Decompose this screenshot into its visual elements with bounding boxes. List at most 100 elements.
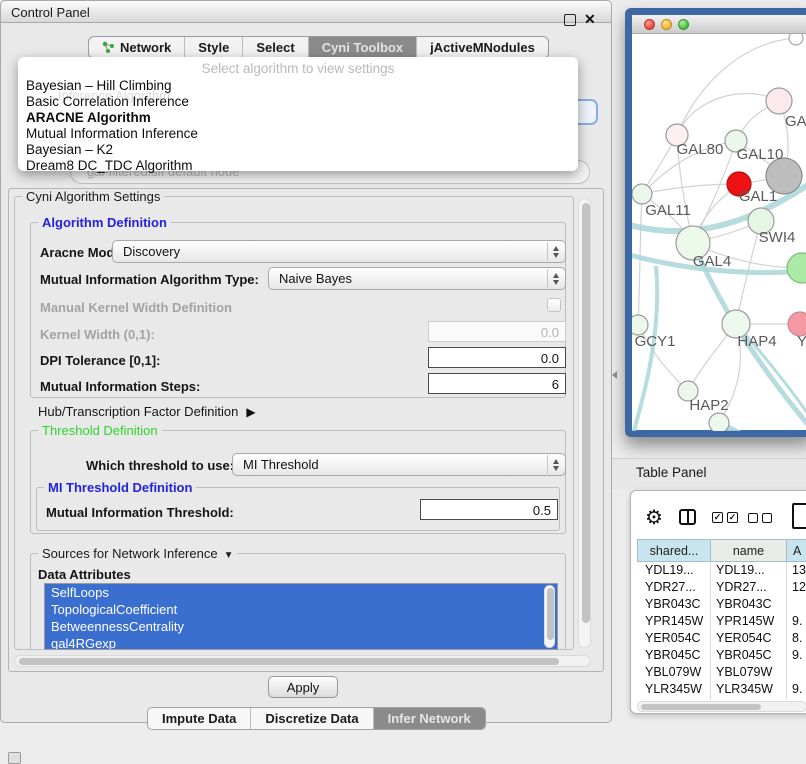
column-header-shared[interactable]: shared... <box>637 539 711 562</box>
algorithm-definition-title: Algorithm Definition <box>38 215 171 230</box>
table-row[interactable]: YPR145WYPR145W9. <box>637 613 806 630</box>
close-traffic-light[interactable] <box>644 19 655 30</box>
manual-kernel-label: Manual Kernel Width Definition <box>40 300 232 315</box>
data-attributes-list[interactable]: SelfLoopsTopologicalCoefficientBetweenne… <box>44 583 558 650</box>
network-window-titlebar[interactable] <box>632 15 806 34</box>
column-header-name[interactable]: name <box>710 539 787 562</box>
table-cell: YLR345W <box>716 682 773 696</box>
network-edge[interactable] <box>642 184 739 194</box>
threshold-definition-title: Threshold Definition <box>38 423 162 438</box>
network-edge[interactable] <box>677 93 779 135</box>
mi-threshold-field[interactable]: 0.5 <box>420 499 558 520</box>
data-attribute-item[interactable]: TopologicalCoefficient <box>45 601 557 618</box>
mi-type-label: Mutual Information Algorithm Type: <box>40 272 259 287</box>
float-window-icon[interactable] <box>564 14 576 26</box>
select-all-checks-icon[interactable]: ✓ <box>712 512 723 523</box>
algorithm-option[interactable]: ARACNE Algorithm <box>18 110 578 126</box>
mi-steps-label: Mutual Information Steps: <box>40 379 200 394</box>
network-node[interactable] <box>787 253 806 283</box>
tab-label: Cyni Toolbox <box>322 40 403 55</box>
network-view-window[interactable]: GALGAL80GAL10GAL1GAL11SWI4GAL4GCY1HAP4YH… <box>625 8 806 437</box>
aracne-mode-value: Discovery <box>123 244 180 259</box>
tab-select[interactable]: Select <box>243 37 308 58</box>
table-cell: YER054C <box>645 631 701 645</box>
network-node[interactable] <box>632 184 652 204</box>
network-edge-highlighted[interactable] <box>719 423 806 431</box>
algorithm-dropdown[interactable]: Select algorithm to view settings Bayesi… <box>18 57 578 171</box>
collapse-arrow-icon: ▼ <box>224 550 234 561</box>
split-pane-handle[interactable] <box>612 371 617 379</box>
algorithm-dropdown-placeholder: Select algorithm to view settings <box>18 61 578 76</box>
network-canvas[interactable]: GALGAL80GAL10GAL1GAL11SWI4GAL4GCY1HAP4YH… <box>632 34 806 431</box>
list-vertical-scrollbar[interactable] <box>544 585 555 648</box>
settings-horizontal-scrollbar[interactable] <box>14 655 591 667</box>
network-node-label: GAL1 <box>739 188 777 205</box>
minimize-traffic-light[interactable] <box>661 19 672 30</box>
network-edge[interactable] <box>677 38 796 135</box>
stepper-icon <box>547 455 564 474</box>
manual-kernel-checkbox[interactable] <box>547 298 561 312</box>
network-node-label: GCY1 <box>635 333 676 350</box>
cyni-settings-group-title: Cyni Algorithm Settings <box>22 189 164 204</box>
control-panel-titlebar[interactable]: Control Panel ✕ <box>0 0 612 23</box>
network-node[interactable] <box>766 88 792 114</box>
network-node[interactable] <box>709 413 729 431</box>
tab-impute-data[interactable]: Impute Data <box>148 708 251 729</box>
clear-checks-icon[interactable] <box>762 513 772 523</box>
table-row[interactable]: YBR045CYBR045C9. <box>637 647 806 664</box>
columns-icon[interactable] <box>679 509 696 525</box>
table-horizontal-scrollbar[interactable] <box>637 701 806 712</box>
table-cell: 9. <box>792 614 802 628</box>
hub-definition-label: Hub/Transcription Factor Definition <box>38 404 238 419</box>
algorithm-option[interactable]: Bayesian – K2 <box>18 142 578 158</box>
table-cell: 13 <box>792 563 806 577</box>
stepper-icon <box>547 269 564 288</box>
data-attribute-item[interactable]: SelfLoops <box>45 584 557 601</box>
tab-cyni-toolbox[interactable]: Cyni Toolbox <box>309 37 417 58</box>
aracne-mode-select[interactable]: Discovery <box>112 240 566 263</box>
hub-definition-toggle[interactable]: Hub/Transcription Factor Definition▶ <box>38 404 256 419</box>
close-icon[interactable]: ✕ <box>584 11 596 28</box>
data-attribute-item[interactable]: gal4RGexp <box>45 635 557 650</box>
clear-checks-icon[interactable] <box>748 513 758 523</box>
algorithm-option[interactable]: Mutual Information Inference <box>18 126 578 142</box>
tab-discretize-data[interactable]: Discretize Data <box>251 708 373 729</box>
gear-icon[interactable]: ⚙ <box>645 505 663 530</box>
tab-style[interactable]: Style <box>185 37 243 58</box>
table-row[interactable]: YDR27...YDR27...12 <box>637 579 806 596</box>
mi-threshold-label: Mutual Information Threshold: <box>46 505 234 520</box>
table-row[interactable]: YLR345WYLR345W9. <box>637 681 806 698</box>
algorithm-option[interactable]: Dream8 DC_TDC Algorithm <box>18 158 578 174</box>
select-all-checks-icon[interactable]: ✓ <box>727 512 738 523</box>
tab-infer-network[interactable]: Infer Network <box>374 708 485 729</box>
network-node[interactable] <box>632 315 648 335</box>
table-cell: 9. <box>792 648 802 662</box>
kernel-width-field[interactable]: 0.0 <box>428 321 566 342</box>
minimized-panel-icon[interactable] <box>8 752 21 764</box>
zoom-traffic-light[interactable] <box>678 19 689 30</box>
table-cell: YER054C <box>716 631 772 645</box>
tab-label: Network <box>120 40 171 55</box>
table-cell: YDL19... <box>645 563 694 577</box>
tab-jactivemnodules[interactable]: jActiveMNodules <box>417 37 548 58</box>
network-node[interactable] <box>789 34 803 45</box>
mi-steps-field[interactable]: 6 <box>428 373 566 394</box>
sources-group-toggle[interactable]: Sources for Network Inference▼ <box>38 546 237 561</box>
tab-network[interactable]: Network <box>89 37 185 58</box>
dpi-tolerance-field[interactable]: 0.0 <box>428 347 566 368</box>
stepper-icon <box>547 242 564 261</box>
table-row[interactable]: YBL079WYBL079W <box>637 664 806 681</box>
which-threshold-select[interactable]: MI Threshold <box>232 453 566 476</box>
table-cell: 9. <box>792 682 802 696</box>
table-cell: 8. <box>792 631 802 645</box>
table-row[interactable]: YDL19...YDL19...13 <box>637 562 806 579</box>
which-threshold-value: MI Threshold <box>243 457 319 472</box>
apply-button[interactable]: Apply <box>268 676 338 698</box>
column-header-partial[interactable]: A <box>786 539 806 562</box>
table-row[interactable]: YBR043CYBR043C <box>637 596 806 613</box>
data-attribute-item[interactable]: BetweennessCentrality <box>45 618 557 635</box>
settings-vertical-scrollbar[interactable] <box>578 198 591 648</box>
mi-type-select[interactable]: Naive Bayes <box>268 267 566 290</box>
table-row[interactable]: YER054C YER054C 8. <box>637 630 806 647</box>
export-table-icon[interactable] <box>792 503 806 529</box>
